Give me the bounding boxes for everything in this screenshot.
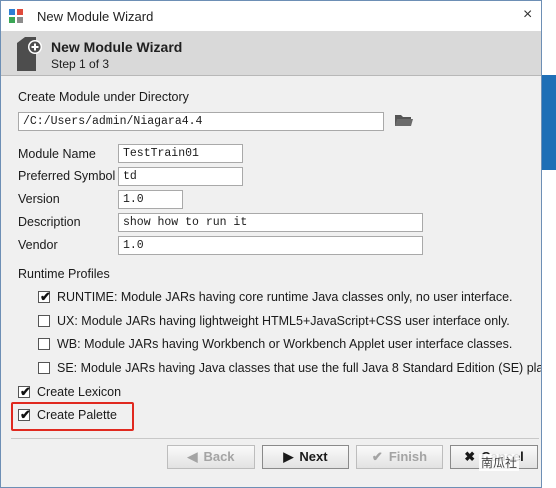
profile-se-checkbox[interactable] (38, 362, 50, 374)
profile-se-row[interactable]: SE: Module JARs having Java classes that… (38, 361, 541, 377)
directory-label: Create Module under Directory (18, 90, 189, 104)
next-arrow-icon: ▶ (283, 449, 294, 464)
profile-wb-row[interactable]: WB: Module JARs having Workbench or Work… (38, 337, 541, 353)
next-button[interactable]: ▶ Next (262, 445, 349, 469)
background-blue-panel (542, 75, 556, 170)
vendor-field[interactable]: 1.0 (118, 236, 423, 255)
finish-button[interactable]: ✔ Finish (356, 445, 443, 469)
module-name-field[interactable]: TestTrain01 (118, 144, 243, 163)
create-lexicon-checkbox[interactable]: ✔ (18, 384, 31, 399)
version-label: Version (18, 192, 60, 206)
finish-check-icon: ✔ (371, 449, 383, 464)
profile-wb-label: WB: Module JARs having Workbench or Work… (57, 337, 513, 351)
next-button-label: Next (299, 449, 328, 464)
close-icon[interactable]: × (523, 6, 532, 24)
new-module-icon (17, 37, 42, 71)
cancel-x-icon: ✖ (464, 449, 476, 464)
module-name-label: Module Name (18, 147, 96, 161)
profile-ux-checkbox[interactable] (38, 315, 50, 327)
profile-se-label: SE: Module JARs having Java classes that… (57, 361, 541, 375)
profile-runtime-label: RUNTIME: Module JARs having core runtime… (57, 290, 513, 304)
title-bar: New Module Wizard × (1, 1, 541, 31)
back-button[interactable]: ◀ Back (167, 445, 255, 469)
version-field[interactable]: 1.0 (118, 190, 183, 209)
profile-runtime-row[interactable]: ✔ RUNTIME: Module JARs having core runti… (38, 290, 541, 306)
header-title: New Module Wizard (51, 39, 183, 55)
vendor-label: Vendor (18, 238, 58, 252)
wizard-header: New Module Wizard Step 1 of 3 (1, 31, 541, 76)
app-icon (9, 9, 23, 23)
runtime-profiles-label: Runtime Profiles (18, 267, 110, 281)
window-title: New Module Wizard (37, 9, 154, 24)
back-arrow-icon: ◀ (187, 449, 198, 464)
annotation-highlight-box (11, 402, 134, 431)
back-button-label: Back (203, 449, 235, 464)
header-step: Step 1 of 3 (51, 57, 110, 71)
background-window-edge (542, 0, 556, 488)
create-lexicon-row[interactable]: ✔ Create Lexicon (18, 385, 218, 401)
description-field[interactable]: show how to run it (118, 213, 423, 232)
check-mark-icon: ✔ (40, 289, 51, 304)
description-label: Description (18, 215, 81, 229)
directory-field[interactable]: /C:/Users/admin/Niagara4.4 (18, 112, 384, 131)
check-mark-icon: ✔ (20, 384, 31, 399)
profile-ux-label: UX: Module JARs having lightweight HTML5… (57, 314, 510, 328)
profile-runtime-checkbox[interactable]: ✔ (38, 289, 51, 304)
profile-wb-checkbox[interactable] (38, 338, 50, 350)
preferred-symbol-field[interactable]: td (118, 167, 243, 186)
wizard-window: New Module Wizard × New Module Wizard St… (0, 0, 542, 488)
footer-divider (11, 438, 539, 439)
finish-button-label: Finish (388, 449, 428, 464)
create-lexicon-label: Create Lexicon (37, 385, 122, 399)
watermark-text: 南瓜社 (479, 454, 520, 471)
profile-ux-row[interactable]: UX: Module JARs having lightweight HTML5… (38, 314, 541, 330)
preferred-symbol-label: Preferred Symbol (18, 169, 116, 183)
folder-icon[interactable] (395, 113, 413, 127)
